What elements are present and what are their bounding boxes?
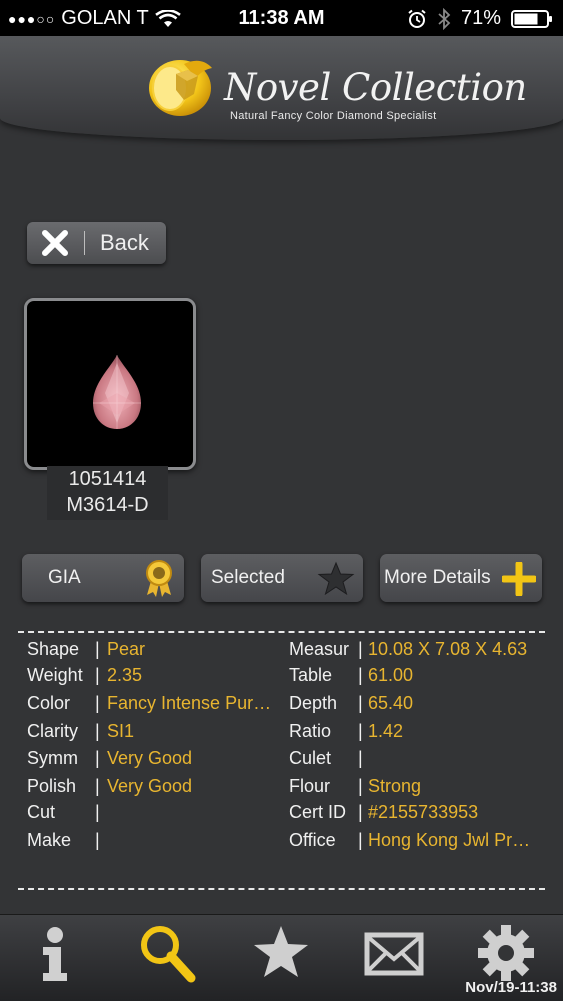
diamond-photo[interactable] <box>24 298 196 470</box>
divider-bottom <box>18 888 545 890</box>
detail-label: Ratio <box>289 721 332 741</box>
detail-value: Strong <box>368 776 422 796</box>
stone-id: 1051414 <box>68 468 147 490</box>
app-title: Novel Collection <box>224 66 527 109</box>
detail-separator: | <box>95 830 100 850</box>
detail-separator: | <box>95 665 100 685</box>
detail-label: Office <box>289 830 336 850</box>
detail-separator: | <box>358 665 363 685</box>
detail-value: 10.08 X 7.08 X 4.63 <box>368 639 528 659</box>
gia-label: GIA <box>48 567 81 588</box>
lemon-diamond-logo-icon <box>149 60 212 116</box>
signal-strength: ●●●○○ <box>8 10 56 27</box>
carrier-name: GOLAN T <box>61 7 149 29</box>
detail-label: Measur <box>289 639 350 659</box>
detail-value: Fancy Intense Pur… <box>107 693 272 713</box>
detail-label: Weight <box>27 665 83 685</box>
detail-value: Hong Kong Jwl Pr… <box>368 830 531 850</box>
star-icon <box>317 561 355 596</box>
detail-label: Make <box>27 830 72 850</box>
detail-value: Pear <box>107 639 146 659</box>
detail-separator: | <box>95 639 100 659</box>
stone-code: M3614-D <box>66 494 149 516</box>
detail-separator: | <box>358 748 363 768</box>
detail-label: Polish <box>27 776 77 796</box>
close-icon <box>42 230 68 256</box>
status-bar: ●●●○○ GOLAN T 11:38 AM 71% <box>0 0 563 36</box>
star-icon[interactable] <box>251 923 311 983</box>
info-icon[interactable] <box>25 923 85 983</box>
battery-icon <box>511 9 552 28</box>
detail-separator: | <box>358 693 363 713</box>
detail-separator: | <box>358 776 363 796</box>
back-separator <box>84 231 85 255</box>
gear-icon[interactable] <box>476 923 536 983</box>
detail-value: 2.35 <box>107 665 143 685</box>
alarm-icon <box>408 9 426 28</box>
detail-label: Shape <box>27 639 80 659</box>
detail-label: Depth <box>289 693 338 713</box>
battery-percent: 71% <box>460 7 501 29</box>
back-button[interactable]: Back <box>27 222 166 264</box>
detail-value: 61.00 <box>368 665 414 685</box>
tab-bar: Nov/19-11:38 <box>0 914 563 1001</box>
detail-separator: | <box>95 748 100 768</box>
award-ribbon-icon <box>146 560 172 597</box>
more-details-button[interactable]: More Details <box>380 554 542 602</box>
detail-value: 1.42 <box>368 721 404 741</box>
detail-separator: | <box>358 802 363 822</box>
detail-separator: | <box>95 802 100 822</box>
selected-button[interactable]: Selected <box>201 554 363 602</box>
detail-value: SI1 <box>107 721 135 741</box>
plus-icon <box>502 562 536 596</box>
detail-label: Cut <box>27 802 56 822</box>
detail-label: Culet <box>289 748 332 768</box>
stone-identifiers: 1051414 M3614-D <box>47 466 168 520</box>
detail-label: Clarity <box>27 721 79 741</box>
detail-value: #2155733953 <box>368 802 479 822</box>
selected-label: Selected <box>211 567 285 588</box>
bluetooth-icon <box>438 7 451 30</box>
search-icon[interactable] <box>137 923 197 983</box>
detail-label: Table <box>289 665 333 685</box>
detail-value: Very Good <box>107 776 193 796</box>
detail-label: Flour <box>289 776 331 796</box>
app-subtitle: Natural Fancy Color Diamond Specialist <box>230 110 437 122</box>
back-label: Back <box>100 230 149 255</box>
mail-icon[interactable] <box>364 923 424 983</box>
gia-button[interactable]: GIA <box>22 554 184 602</box>
detail-label: Color <box>27 693 71 713</box>
divider-top <box>18 631 545 633</box>
app-header: Novel Collection Natural Fancy Color Dia… <box>0 36 563 140</box>
detail-value: 65.40 <box>368 693 414 713</box>
detail-separator: | <box>358 639 363 659</box>
detail-separator: | <box>95 693 100 713</box>
detail-separator: | <box>95 721 100 741</box>
detail-value: Very Good <box>107 748 193 768</box>
detail-separator: | <box>358 721 363 741</box>
detail-label: Cert ID <box>289 802 347 822</box>
more-details-label: More Details <box>384 567 491 588</box>
timestamp: Nov/19-11:38 <box>465 979 557 996</box>
pear-diamond-image <box>93 355 141 429</box>
wifi-icon <box>154 9 181 27</box>
detail-label: Symm <box>27 748 78 768</box>
detail-separator: | <box>95 776 100 796</box>
detail-separator: | <box>358 830 363 850</box>
